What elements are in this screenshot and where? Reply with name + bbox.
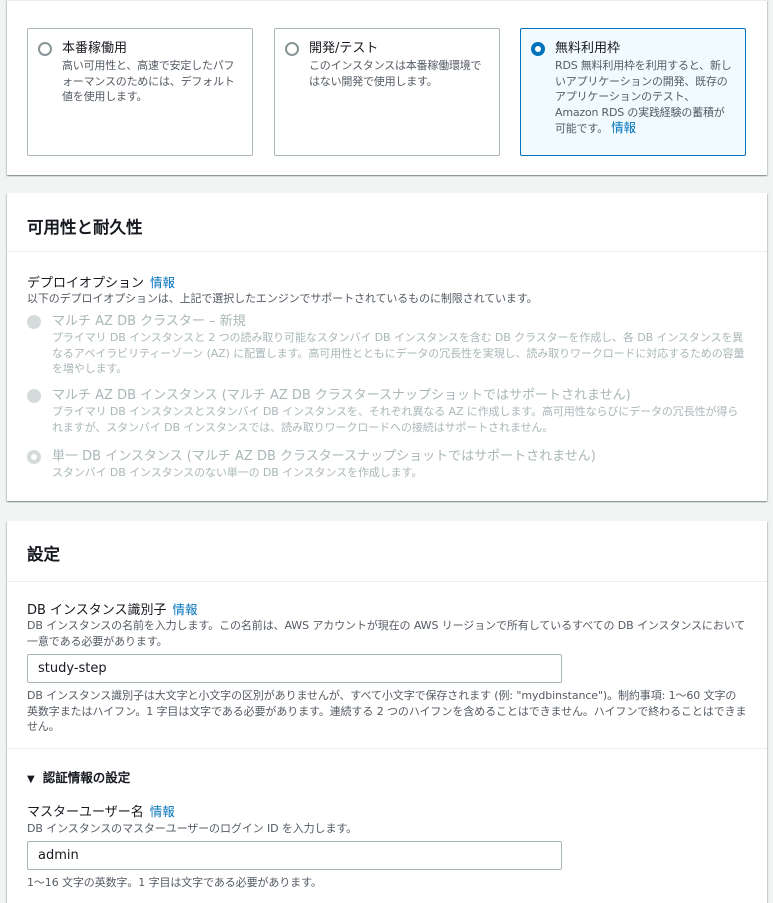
deploy-options-label: デプロイオプション 情報 (27, 272, 175, 291)
master-username-info-link[interactable]: 情報 (150, 804, 175, 819)
availability-title: 可用性と耐久性 (27, 218, 143, 237)
db-identifier-desc: DB インスタンスの名前を入力します。この名前は、AWS アカウントが現在の A… (27, 619, 746, 648)
template-devtest-title: 開発/テスト (309, 41, 379, 56)
caret-down-icon: ▼ (27, 774, 35, 785)
db-identifier-input[interactable] (27, 654, 562, 683)
settings-panel: 設定 DB インスタンス識別子 情報 DB インスタンスの名前を入力します。この名… (7, 521, 767, 903)
template-production-tile[interactable]: 本番稼働用 高い可用性と、高速で安定したパフォーマンスのためには、デフォルト値を… (27, 28, 253, 156)
template-freetier-tile[interactable]: 無料利用枠 RDS 無料利用枠を利用すると、新しいアプリケーションの開発、既存の… (520, 28, 746, 156)
credentials-expander[interactable]: ▼ 認証情報の設定 (27, 767, 130, 786)
deploy-option-multiaz-instance-title: マルチ AZ DB インスタンス (マルチ AZ DB クラスタースナップショッ… (52, 388, 631, 403)
master-username-desc: DB インスタンスのマスターユーザーのログイン ID を入力します。 (27, 822, 358, 835)
deploy-option-single-instance-title: 単一 DB インスタンス (マルチ AZ DB クラスタースナップショットではサ… (52, 449, 596, 464)
template-production-desc: 高い可用性と、高速で安定したパフォーマンスのためには、デフォルト値を使用します。 (62, 59, 235, 103)
settings-divider (7, 581, 767, 582)
deploy-option-single-instance-desc: スタンバイ DB インスタンスのない単一の DB インスタンスを作成します。 (52, 466, 423, 479)
template-freetier-desc-text: RDS 無料利用枠を利用すると、新しいアプリケーションの開発、既存のアプリケーシ… (555, 59, 732, 135)
deploy-option-multiaz-instance: マルチ AZ DB インスタンス (マルチ AZ DB クラスタースナップショッ… (27, 387, 747, 435)
radio-freetier[interactable] (531, 42, 545, 56)
radio-devtest[interactable] (285, 42, 299, 56)
template-production-title: 本番稼働用 (62, 41, 128, 56)
template-devtest-tile[interactable]: 開発/テスト このインスタンスは本番稼働環境ではない開発で使用します。 (274, 28, 500, 156)
radio-multiaz-instance (27, 389, 41, 403)
deploy-option-multiaz-cluster-title: マルチ AZ DB クラスター – 新規 (52, 314, 246, 329)
availability-divider (7, 251, 767, 252)
master-username-hint: 1～16 文字の英数字。1 字目は文字である必要があります。 (27, 876, 322, 889)
master-username-input[interactable] (27, 841, 562, 870)
template-devtest-desc: このインスタンスは本番稼働環境ではない開発で使用します。 (309, 59, 482, 88)
db-identifier-label: DB インスタンス識別子 情報 (27, 599, 198, 618)
radio-multiaz-cluster (27, 315, 41, 329)
templates-panel: 本番稼働用 高い可用性と、高速で安定したパフォーマンスのためには、デフォルト値を… (7, 0, 767, 175)
deploy-option-single-instance: 単一 DB インスタンス (マルチ AZ DB クラスタースナップショットではサ… (27, 448, 747, 481)
availability-panel: 可用性と耐久性 デプロイオプション 情報 以下のデプロイオプションは、上記で選択し… (7, 193, 767, 501)
settings-title: 設定 (27, 545, 60, 564)
deploy-options-label-text: デプロイオプション (27, 276, 145, 291)
deploy-option-multiaz-instance-desc: プライマリ DB インスタンスとスタンバイ DB インスタンスを、それぞれ異なる… (52, 405, 739, 434)
db-identifier-info-link[interactable]: 情報 (173, 602, 198, 617)
credentials-expander-label: 認証情報の設定 (42, 770, 131, 785)
template-freetier-desc: RDS 無料利用枠を利用すると、新しいアプリケーションの開発、既存のアプリケーシ… (555, 58, 735, 137)
radio-single-instance (27, 450, 41, 464)
db-identifier-label-text: DB インスタンス識別子 (27, 603, 167, 618)
deploy-option-multiaz-cluster: マルチ AZ DB クラスター – 新規 プライマリ DB インスタンスと 2 … (27, 313, 747, 377)
master-username-label-text: マスターユーザー名 (27, 805, 144, 820)
deploy-options-info-link[interactable]: 情報 (150, 275, 175, 290)
db-identifier-hint: DB インスタンス識別子は大文字と小文字の区別がありませんが、すべて小文字で保存… (27, 689, 747, 733)
deploy-option-multiaz-cluster-desc: プライマリ DB インスタンスと 2 つの読み取り可能なスタンバイ DB インス… (52, 331, 745, 375)
radio-production[interactable] (38, 42, 52, 56)
deploy-options-desc: 以下のデプロイオプションは、上記で選択したエンジンでサポートされているものに制限… (27, 292, 538, 305)
template-freetier-title: 無料利用枠 (555, 41, 621, 56)
master-username-label: マスターユーザー名 情報 (27, 801, 175, 820)
credentials-divider (7, 748, 767, 749)
template-freetier-info-link[interactable]: 情報 (611, 120, 636, 135)
